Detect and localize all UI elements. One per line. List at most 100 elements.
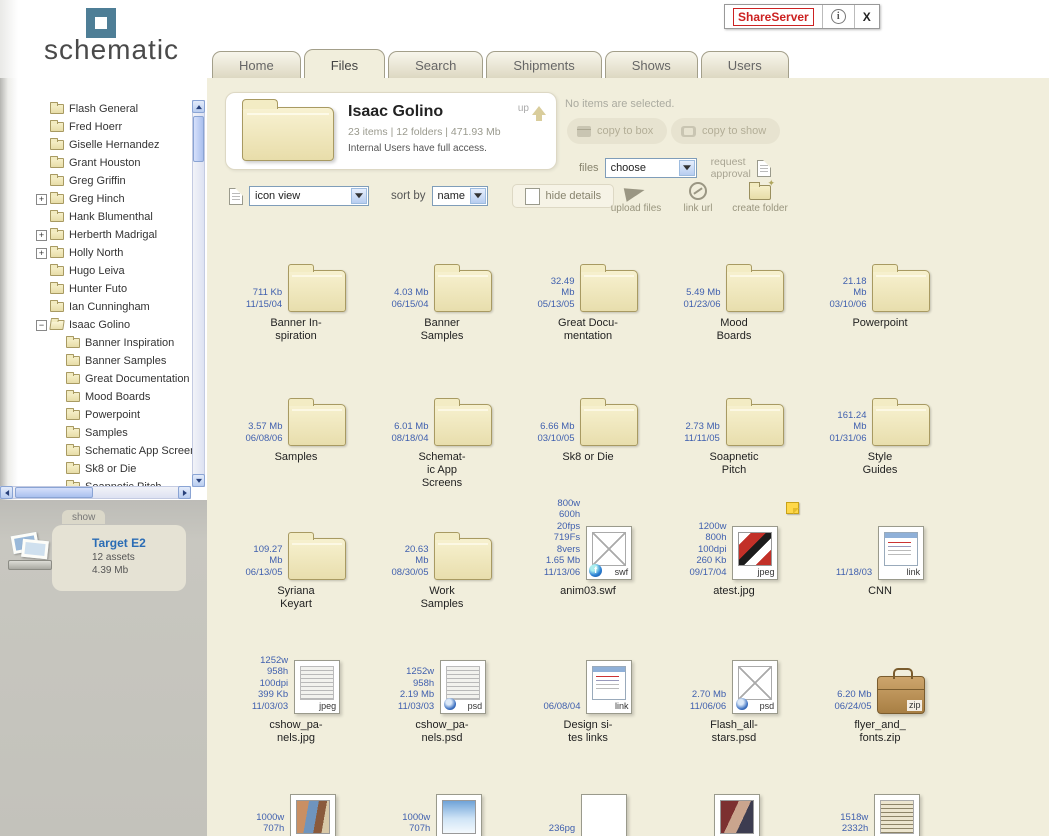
collapse-minus-icon[interactable]: − bbox=[36, 320, 47, 331]
sidebar-item-fred-hoerr[interactable]: Fred Hoerr bbox=[0, 118, 193, 136]
sidebar-item-hunter-futo[interactable]: Hunter Futo bbox=[0, 280, 193, 298]
expand-plus-icon[interactable]: + bbox=[36, 194, 47, 205]
chevron-down-icon bbox=[470, 188, 486, 204]
file-cell[interactable]: 711 Kb 11/15/04Banner In- spiration bbox=[223, 248, 369, 382]
hide-details-button[interactable]: hide details bbox=[512, 184, 615, 208]
sidebar-item-label: Hugo Leiva bbox=[69, 265, 125, 277]
file-name: Powerpoint bbox=[852, 317, 907, 330]
sidebar-item-greg-hinch[interactable]: +Greg Hinch bbox=[0, 190, 193, 208]
sidebar-item-banner-samples[interactable]: Banner Samples bbox=[0, 352, 193, 370]
file-cell[interactable]: 800w 600h 20fps 719Fs 8vers 1.65 Mb 11/1… bbox=[515, 516, 661, 650]
copy-to-show-button[interactable]: copy to show bbox=[671, 118, 780, 144]
file-cell[interactable]: 6.20 Mb 06/24/05zipflyer_and_ fonts.zip bbox=[807, 650, 953, 784]
file-cell-main: 6.20 Mb 06/24/05zip bbox=[807, 650, 953, 714]
sidebar-item-great-documentation[interactable]: Great Documentation bbox=[0, 370, 193, 388]
sidebar-item-greg-griffin[interactable]: Greg Griffin bbox=[0, 172, 193, 190]
sidebar-item-herberth-madrigal[interactable]: +Herberth Madrigal bbox=[0, 226, 193, 244]
sidebar-item-banner-inspiration[interactable]: Banner Inspiration bbox=[0, 334, 193, 352]
tree-horizontal-scrollbar[interactable] bbox=[0, 486, 191, 499]
sidebar-item-sk8-or-die[interactable]: Sk8 or Die bbox=[0, 460, 193, 478]
scroll-right-arrow[interactable] bbox=[178, 486, 191, 499]
brand-segment: ShareServer bbox=[725, 5, 823, 28]
file-cell[interactable]: 06/08/04linkDesign si- tes links bbox=[515, 650, 661, 784]
expand-plus-icon[interactable]: + bbox=[36, 230, 47, 241]
tab-home[interactable]: Home bbox=[212, 51, 301, 78]
info-button[interactable]: i bbox=[823, 5, 855, 28]
sidebar-lower-panel: show Target E2 12 assets 4.39 Mb bbox=[0, 500, 207, 836]
file-details: 3.57 Mb 06/08/06 bbox=[246, 421, 283, 444]
file-cell[interactable]: 11/18/03linkCNN bbox=[807, 516, 953, 650]
folder-icon bbox=[66, 428, 80, 438]
sidebar-item-ian-cunningham[interactable]: Ian Cunningham bbox=[0, 298, 193, 316]
sidebar-item-mood-boards[interactable]: Mood Boards bbox=[0, 388, 193, 406]
scroll-up-arrow[interactable] bbox=[192, 100, 205, 113]
expand-plus-icon[interactable]: + bbox=[36, 248, 47, 259]
file-cell[interactable]: 6.66 Mb 03/10/05Sk8 or Die bbox=[515, 382, 661, 516]
show-title: Target E2 bbox=[92, 536, 186, 550]
tab-files[interactable]: Files bbox=[304, 49, 385, 78]
sidebar-item-hank-blumenthal[interactable]: Hank Blumenthal bbox=[0, 208, 193, 226]
files-label: files bbox=[579, 162, 599, 174]
sidebar-item-holly-north[interactable]: +Holly North bbox=[0, 244, 193, 262]
tab-search[interactable]: Search bbox=[388, 51, 483, 78]
close-button[interactable]: X bbox=[855, 5, 879, 28]
up-folder-button[interactable]: up bbox=[518, 99, 546, 115]
shareserver-window: schematic ShareServer i X HomeFilesSearc… bbox=[0, 0, 1049, 836]
vertical-scroll-thumb[interactable] bbox=[193, 116, 204, 162]
file-details: 6.66 Mb 03/10/05 bbox=[538, 421, 575, 444]
create-folder-button[interactable]: create folder bbox=[729, 178, 791, 214]
file-cell[interactable]: 1518w 2332h 200dpi bbox=[807, 784, 953, 836]
sidebar-item-samples[interactable]: Samples bbox=[0, 424, 193, 442]
tab-shows[interactable]: Shows bbox=[605, 51, 698, 78]
sidebar-item-giselle-hernandez[interactable]: Giselle Hernandez bbox=[0, 136, 193, 154]
file-cell[interactable]: 109.27 Mb 06/13/05Syriana Keyart bbox=[223, 516, 369, 650]
sidebar-item-powerpoint[interactable]: Powerpoint bbox=[0, 406, 193, 424]
tab-users[interactable]: Users bbox=[701, 51, 789, 78]
note-icon[interactable] bbox=[786, 502, 799, 514]
file-cell[interactable]: 2.70 Mb 11/06/06psdFlash_all- stars.psd bbox=[661, 650, 807, 784]
files-action-row: files choose request approval bbox=[579, 156, 771, 180]
file-cell[interactable]: 1252w 958h 100dpi 399 Kb 11/03/03jpegcsh… bbox=[223, 650, 369, 784]
file-cell[interactable] bbox=[661, 784, 807, 836]
schematic-logo: schematic bbox=[42, 6, 212, 66]
link-url-label: link url bbox=[684, 203, 713, 214]
request-approval-button[interactable]: request approval bbox=[711, 156, 771, 180]
file-cell[interactable]: 1252w 958h 2.19 Mb 11/03/03psdcshow_pa- … bbox=[369, 650, 515, 784]
file-cell[interactable]: 20.63 Mb 08/30/05Work Samples bbox=[369, 516, 515, 650]
files-action-select[interactable]: choose bbox=[605, 158, 697, 178]
file-cell[interactable]: 1000w 707h 100dpi bbox=[223, 784, 369, 836]
folder-icon bbox=[726, 270, 784, 312]
file-cell[interactable]: 32.49 Mb 05/13/05Great Docu- mentation bbox=[515, 248, 661, 382]
show-box[interactable]: Target E2 12 assets 4.39 Mb bbox=[52, 525, 186, 591]
file-cell[interactable]: 3.57 Mb 06/08/06Samples bbox=[223, 382, 369, 516]
sidebar-item-label: Greg Griffin bbox=[69, 175, 126, 187]
sort-select[interactable]: name bbox=[432, 186, 488, 206]
file-cell[interactable]: 1000w 707h 100dpi bbox=[369, 784, 515, 836]
tree-vertical-scrollbar[interactable] bbox=[192, 100, 205, 487]
tab-shipments[interactable]: Shipments bbox=[486, 51, 601, 78]
file-name: Flash_all- stars.psd bbox=[710, 719, 758, 745]
file-cell[interactable]: 161.24 Mb 01/31/06Style Guides bbox=[807, 382, 953, 516]
file-cell[interactable]: 1200w 800h 100dpi 260 Kb 09/17/04jpegate… bbox=[661, 516, 807, 650]
sidebar-item-isaac-golino[interactable]: −Isaac Golino bbox=[0, 316, 193, 334]
sidebar-item-schematic-app-screens[interactable]: Schematic App Screens bbox=[0, 442, 193, 460]
folder-icon bbox=[50, 104, 64, 114]
upload-files-button[interactable]: upload files bbox=[605, 178, 667, 214]
scroll-down-arrow[interactable] bbox=[192, 474, 205, 487]
file-cell[interactable]: 5.49 Mb 01/23/06Mood Boards bbox=[661, 248, 807, 382]
sidebar-item-flash-general[interactable]: Flash General bbox=[0, 100, 193, 118]
link-url-button[interactable]: link url bbox=[667, 178, 729, 214]
horizontal-scroll-thumb[interactable] bbox=[15, 487, 93, 498]
file-cell[interactable]: 6.01 Mb 08/18/04Schemat- ic App Screens bbox=[369, 382, 515, 516]
sidebar-item-hugo-leiva[interactable]: Hugo Leiva bbox=[0, 262, 193, 280]
sidebar-item-grant-houston[interactable]: Grant Houston bbox=[0, 154, 193, 172]
view-mode-select[interactable]: icon view bbox=[249, 186, 369, 206]
scroll-left-arrow[interactable] bbox=[0, 486, 13, 499]
copy-to-box-button[interactable]: copy to box bbox=[567, 118, 667, 144]
file-thumbnail bbox=[442, 800, 476, 834]
file-cell[interactable]: 236pg 13.46 bbox=[515, 784, 661, 836]
file-cell[interactable]: 4.03 Mb 06/15/04Banner Samples bbox=[369, 248, 515, 382]
file-cell-main: 1252w 958h 2.19 Mb 11/03/03psd bbox=[369, 650, 515, 714]
file-cell[interactable]: 2.73 Mb 11/11/05Soapnetic Pitch bbox=[661, 382, 807, 516]
file-cell[interactable]: 21.18 Mb 03/10/06Powerpoint bbox=[807, 248, 953, 382]
